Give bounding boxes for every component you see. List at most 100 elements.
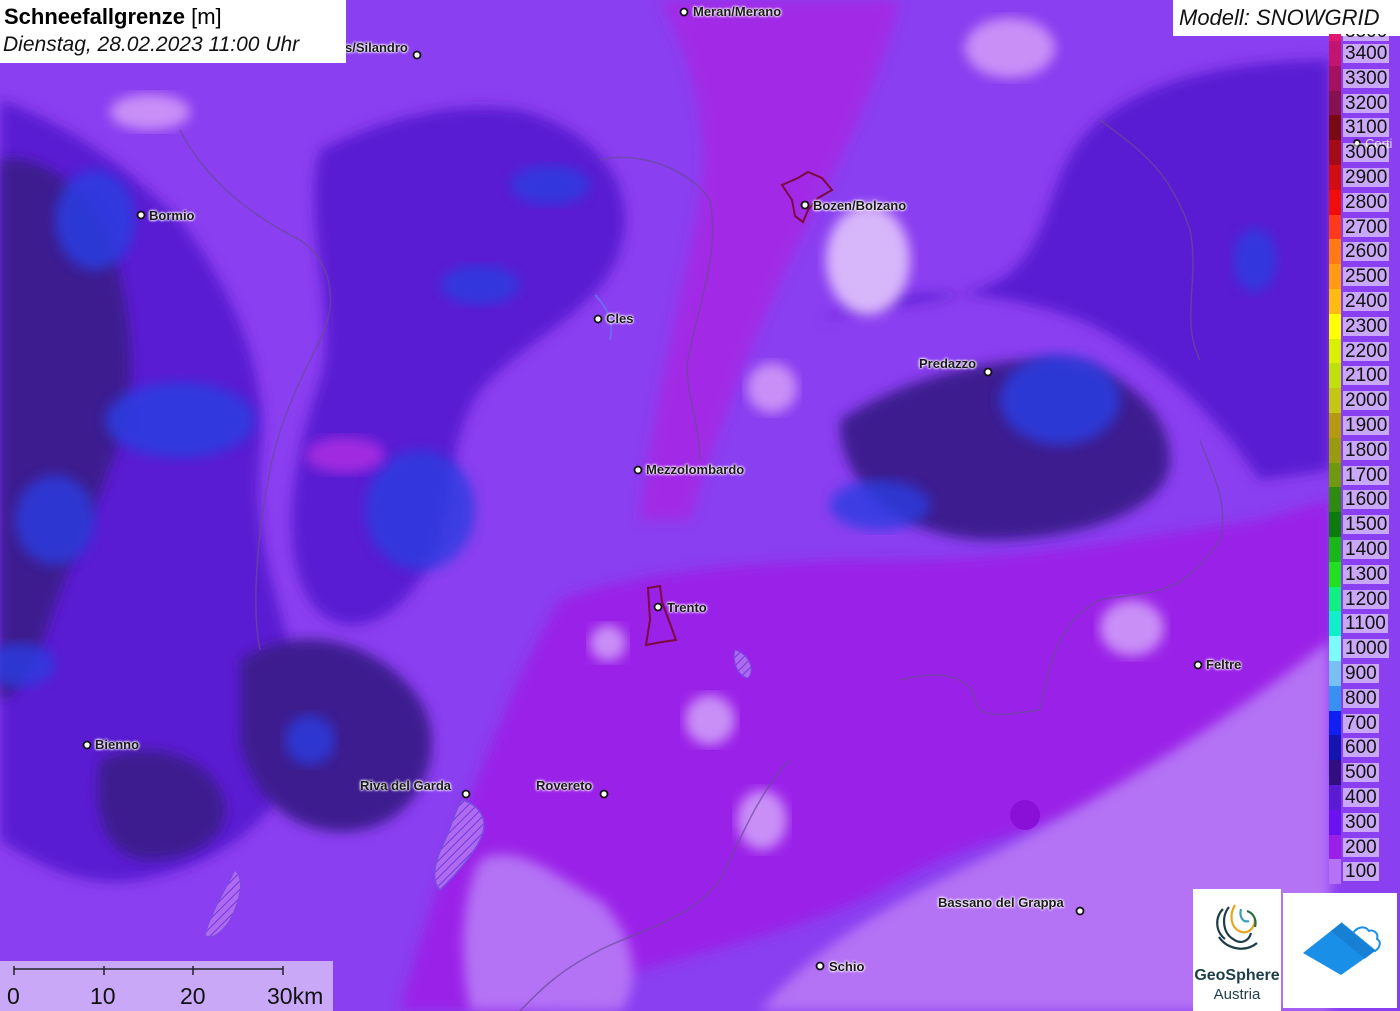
snow-app-logo[interactable] bbox=[1283, 893, 1397, 1008]
city-dot-bienno[interactable] bbox=[82, 740, 92, 750]
map-title-unit: [m] bbox=[191, 4, 222, 29]
city-label-cles[interactable]: Cles bbox=[606, 311, 633, 326]
legend-label: 2000 bbox=[1343, 390, 1390, 412]
scale-bar-line bbox=[13, 966, 284, 975]
legend-swatch bbox=[1329, 710, 1341, 736]
legend-swatch bbox=[1329, 760, 1341, 785]
map-title: Schneefallgrenze [m] bbox=[4, 4, 222, 30]
band-700-patch bbox=[830, 480, 930, 530]
city-dot-meran[interactable] bbox=[679, 7, 689, 17]
legend-swatch bbox=[1329, 412, 1341, 438]
legend-entry: 700 bbox=[1329, 710, 1400, 736]
legend-label: 3000 bbox=[1343, 142, 1390, 164]
legend-swatch bbox=[1329, 536, 1341, 562]
legend-entry: 2400 bbox=[1329, 288, 1400, 314]
legend-swatch bbox=[1329, 338, 1341, 364]
legend-entry: 1000 bbox=[1329, 636, 1400, 661]
band-700-patch bbox=[285, 715, 335, 765]
legend-entry: 800 bbox=[1329, 685, 1400, 711]
city-label-mezzolombardo[interactable]: Mezzolombardo bbox=[646, 462, 744, 477]
city-label-bormio[interactable]: Bormio bbox=[149, 208, 195, 223]
model-label-box: Modell: SNOWGRID bbox=[1173, 0, 1400, 36]
legend-entry: 2000 bbox=[1329, 388, 1400, 413]
legend-swatch bbox=[1329, 388, 1341, 413]
legend-label: 2900 bbox=[1343, 166, 1390, 188]
legend-entry: 200 bbox=[1329, 834, 1400, 860]
geosphere-logo[interactable]: GeoSphere Austria bbox=[1193, 889, 1281, 1011]
city-dot-bormio[interactable] bbox=[136, 210, 146, 220]
geosphere-emblem-icon bbox=[1216, 904, 1258, 950]
city-label-meran[interactable]: Meran/Merano bbox=[693, 4, 781, 19]
city-dot-bolzano[interactable] bbox=[800, 200, 810, 210]
legend-label: 500 bbox=[1343, 762, 1379, 784]
legend-entry: 2600 bbox=[1329, 239, 1400, 265]
city-label-riva[interactable]: Riva del Garda bbox=[360, 778, 451, 793]
city-label-trento[interactable]: Trento bbox=[667, 600, 707, 615]
legend-label: 2800 bbox=[1343, 191, 1390, 213]
city-label-predazzo[interactable]: Predazzo bbox=[919, 356, 976, 371]
map-timestamp: Dienstag, 28.02.2023 11:00 Uhr bbox=[3, 33, 300, 56]
legend-swatch bbox=[1329, 809, 1341, 835]
legend-swatch bbox=[1329, 561, 1341, 587]
city-label-schio[interactable]: Schio bbox=[829, 959, 864, 974]
map-title-box: Schneefallgrenze [m] Dienstag, 28.02.202… bbox=[0, 0, 346, 63]
city-label-bolzano[interactable]: Bozen/Bolzano bbox=[813, 198, 906, 213]
legend-label: 3200 bbox=[1343, 92, 1390, 114]
legend-label: 2600 bbox=[1343, 241, 1390, 263]
legend-swatch bbox=[1329, 834, 1341, 860]
band-100-patch bbox=[1100, 600, 1164, 656]
legend-entry: 1300 bbox=[1329, 561, 1400, 587]
city-label-bienno[interactable]: Bienno bbox=[95, 737, 139, 752]
legend-label: 300 bbox=[1343, 811, 1379, 833]
legend-label: 1300 bbox=[1343, 563, 1390, 585]
legend-label: 2100 bbox=[1343, 365, 1390, 387]
legend-swatch bbox=[1329, 512, 1341, 537]
city-dot-riva[interactable] bbox=[461, 789, 471, 799]
legend-label: 1800 bbox=[1343, 439, 1390, 461]
city-dot-feltre[interactable] bbox=[1193, 660, 1203, 670]
legend-entry: 1600 bbox=[1329, 487, 1400, 513]
band-100-patch bbox=[110, 94, 190, 130]
legend-entry: 3400 bbox=[1329, 41, 1400, 66]
legend-label: 2700 bbox=[1343, 216, 1390, 238]
legend-swatch bbox=[1329, 636, 1341, 661]
city-dot-predazzo[interactable] bbox=[983, 367, 993, 377]
city-dot-silandro[interactable] bbox=[412, 50, 422, 60]
band-100-patch bbox=[826, 205, 910, 315]
city-label-rovereto[interactable]: Rovereto bbox=[536, 778, 592, 793]
band-700-patch bbox=[1000, 355, 1120, 445]
legend-swatch bbox=[1329, 784, 1341, 810]
band-100-patch bbox=[590, 625, 626, 661]
legend-entry: 2700 bbox=[1329, 214, 1400, 240]
legend-label: 800 bbox=[1343, 687, 1379, 709]
legend-swatch bbox=[1329, 462, 1341, 488]
city-dot-schio[interactable] bbox=[815, 961, 825, 971]
legend-entry: 300 bbox=[1329, 809, 1400, 835]
legend-label: 2200 bbox=[1343, 340, 1390, 362]
snowfall-line-map[interactable] bbox=[0, 0, 1400, 1011]
legend-entry: 600 bbox=[1329, 735, 1400, 761]
legend-swatch bbox=[1329, 660, 1341, 686]
band-100-patch bbox=[747, 363, 797, 413]
legend-entry: 1900 bbox=[1329, 412, 1400, 438]
band-200-patch bbox=[1010, 800, 1040, 830]
city-dot-bassano[interactable] bbox=[1075, 906, 1085, 916]
band-700-patch bbox=[1233, 228, 1277, 292]
city-dot-rovereto[interactable] bbox=[599, 789, 609, 799]
legend-label: 1000 bbox=[1343, 638, 1390, 660]
city-dot-mezzolombardo[interactable] bbox=[633, 465, 643, 475]
snow-cloud-icon bbox=[1303, 922, 1381, 975]
legend-swatch bbox=[1329, 611, 1341, 637]
city-label-silandro[interactable]: s/Silandro bbox=[345, 40, 408, 55]
legend-swatch bbox=[1329, 41, 1341, 66]
legend-label: 3500 bbox=[1343, 34, 1390, 41]
city-dot-trento[interactable] bbox=[653, 602, 663, 612]
legend-entry: 2800 bbox=[1329, 189, 1400, 215]
city-label-feltre[interactable]: Feltre bbox=[1206, 657, 1241, 672]
city-dot-cles[interactable] bbox=[593, 314, 603, 324]
legend-swatch bbox=[1329, 288, 1341, 314]
legend-label: 600 bbox=[1343, 737, 1379, 759]
city-label-bassano[interactable]: Bassano del Grappa bbox=[938, 895, 1064, 910]
legend-label: 1100 bbox=[1343, 613, 1388, 635]
legend-entry-partial: 3500 bbox=[1329, 34, 1400, 41]
